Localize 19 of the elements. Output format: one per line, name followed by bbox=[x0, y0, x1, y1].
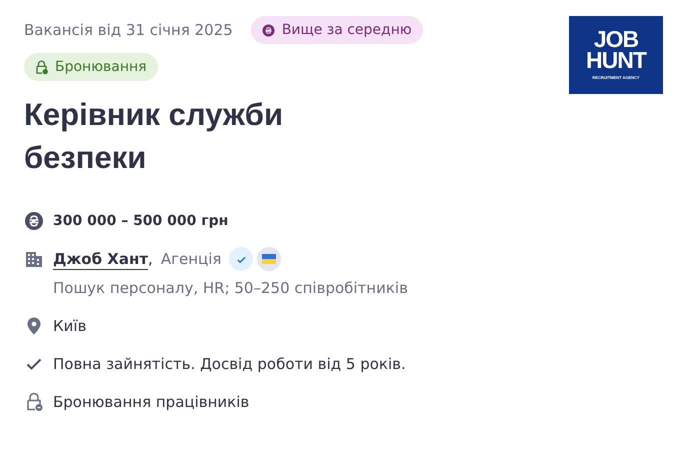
logo-text: HUNT bbox=[586, 50, 646, 71]
building-icon bbox=[24, 249, 44, 269]
comma-text: , bbox=[148, 250, 153, 268]
salary-badge: Вище за середню bbox=[250, 16, 423, 44]
company-type: Агенція bbox=[160, 250, 222, 268]
hryvnia-icon bbox=[24, 211, 44, 231]
booking-badge: Бронювання bbox=[24, 53, 158, 81]
company-description: Пошук персоналу, HR; 50–250 співробітників bbox=[53, 278, 408, 299]
posting-date: Вакансія від 31 січня 2025 bbox=[24, 21, 233, 39]
company-link[interactable]: Джоб Хант bbox=[53, 248, 148, 270]
lock-icon bbox=[24, 392, 44, 412]
hryvnia-icon bbox=[260, 22, 276, 38]
logo-text: JOB bbox=[594, 29, 638, 50]
detail-text: Київ bbox=[53, 316, 86, 337]
salary-range: 300 000 – 500 000 грн bbox=[53, 212, 228, 231]
detail-text: Бронювання працівників bbox=[53, 392, 250, 413]
lock-icon bbox=[34, 60, 49, 74]
detail-text: Повна зайнятість. Досвід роботи від 5 років. bbox=[53, 354, 406, 375]
job-title: Керівник служби безпеки bbox=[24, 96, 284, 177]
